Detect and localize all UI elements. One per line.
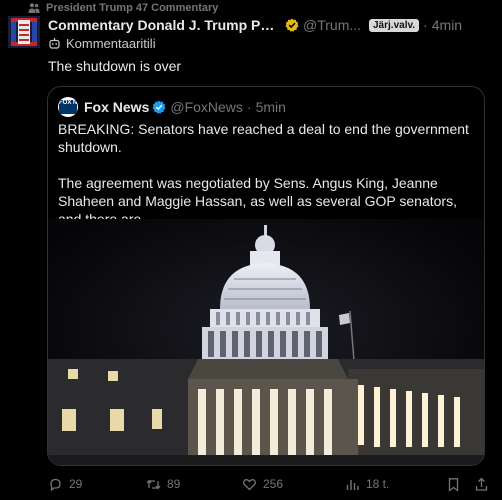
repost-button[interactable]: 89	[146, 474, 180, 494]
reply-icon	[50, 478, 61, 491]
bookmark-button[interactable]	[446, 474, 467, 494]
reply-button[interactable]: 29	[48, 474, 82, 494]
post-text: The shutdown is over	[48, 58, 182, 74]
quoted-post-text: BREAKING: Senators have reached a deal t…	[58, 120, 472, 228]
account-label: Kommentaaritili	[48, 36, 156, 51]
post-time[interactable]: 4min	[432, 17, 462, 33]
views-count: 18 t.	[366, 477, 390, 491]
fox-news-logo-text: FOX NEWS	[59, 100, 78, 114]
robot-icon	[49, 38, 60, 49]
quoted-post-time[interactable]: 5min	[256, 99, 286, 115]
avatar-image	[8, 16, 40, 48]
quoted-post[interactable]: FOX NEWS Fox News @FoxNews · 5min BREAKI…	[47, 86, 485, 466]
views-chart-icon	[346, 479, 359, 490]
quoted-post-image[interactable]	[48, 219, 484, 465]
heart-icon	[242, 478, 257, 490]
quoted-display-name[interactable]: Fox News	[84, 99, 149, 115]
separator-dot: ·	[423, 17, 428, 33]
like-count: 256	[263, 477, 284, 491]
reply-count: 29	[69, 477, 83, 491]
account-label-text: Kommentaaritili	[66, 36, 156, 51]
post-header: Commentary Donald J. Trump Posts F... @T…	[48, 15, 494, 35]
account-tag-badge: Järj.valv.	[369, 18, 420, 32]
quoted-paragraph-1: BREAKING: Senators have reached a deal t…	[58, 121, 469, 155]
separator-dot: ·	[246, 99, 252, 115]
repost-icon	[146, 479, 161, 489]
social-context[interactable]: President Trump 47 Commentary	[28, 0, 218, 16]
capitol-building-image	[48, 219, 484, 465]
bookmark-icon	[448, 477, 459, 492]
share-button[interactable]	[474, 474, 495, 494]
share-icon	[475, 477, 488, 491]
verified-badge-icon	[152, 100, 166, 114]
display-name[interactable]: Commentary Donald J. Trump Posts F...	[48, 17, 282, 33]
people-icon	[28, 3, 40, 13]
views-button[interactable]: 18 t.	[345, 474, 389, 494]
quoted-user-handle[interactable]: @FoxNews	[170, 99, 243, 115]
like-button[interactable]: 256	[242, 474, 283, 494]
fox-news-avatar[interactable]: FOX NEWS	[58, 97, 78, 117]
action-bar: 29 89 256 18 t.	[48, 474, 496, 494]
social-context-label: President Trump 47 Commentary	[46, 2, 219, 14]
verified-badge-icon	[285, 18, 299, 32]
repost-count: 89	[167, 477, 181, 491]
quoted-post-header: FOX NEWS Fox News @FoxNews · 5min	[58, 97, 286, 117]
avatar[interactable]	[8, 16, 40, 48]
user-handle[interactable]: @Trum...	[303, 17, 361, 33]
